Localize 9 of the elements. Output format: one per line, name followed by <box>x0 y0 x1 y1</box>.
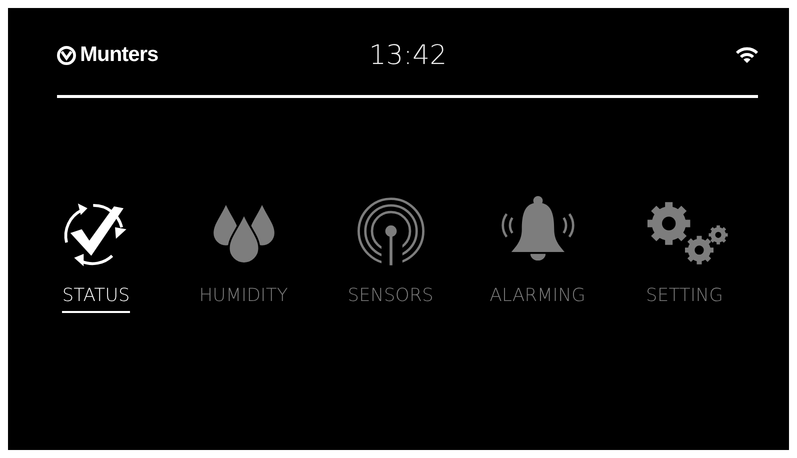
menu-tab[interactable]: HUMIDITY <box>199 285 288 313</box>
brand-name: Munters <box>80 43 158 67</box>
menu-tab[interactable]: SENSORS <box>348 285 434 313</box>
menu-tab[interactable]: ALARMING <box>490 285 586 313</box>
wifi-icon <box>736 46 758 64</box>
menu-tab[interactable]: SETTING <box>646 285 724 313</box>
menu-tab[interactable]: STATUS <box>62 285 130 313</box>
clock-time: 13:42 <box>369 40 447 70</box>
logo-icon <box>57 46 76 64</box>
